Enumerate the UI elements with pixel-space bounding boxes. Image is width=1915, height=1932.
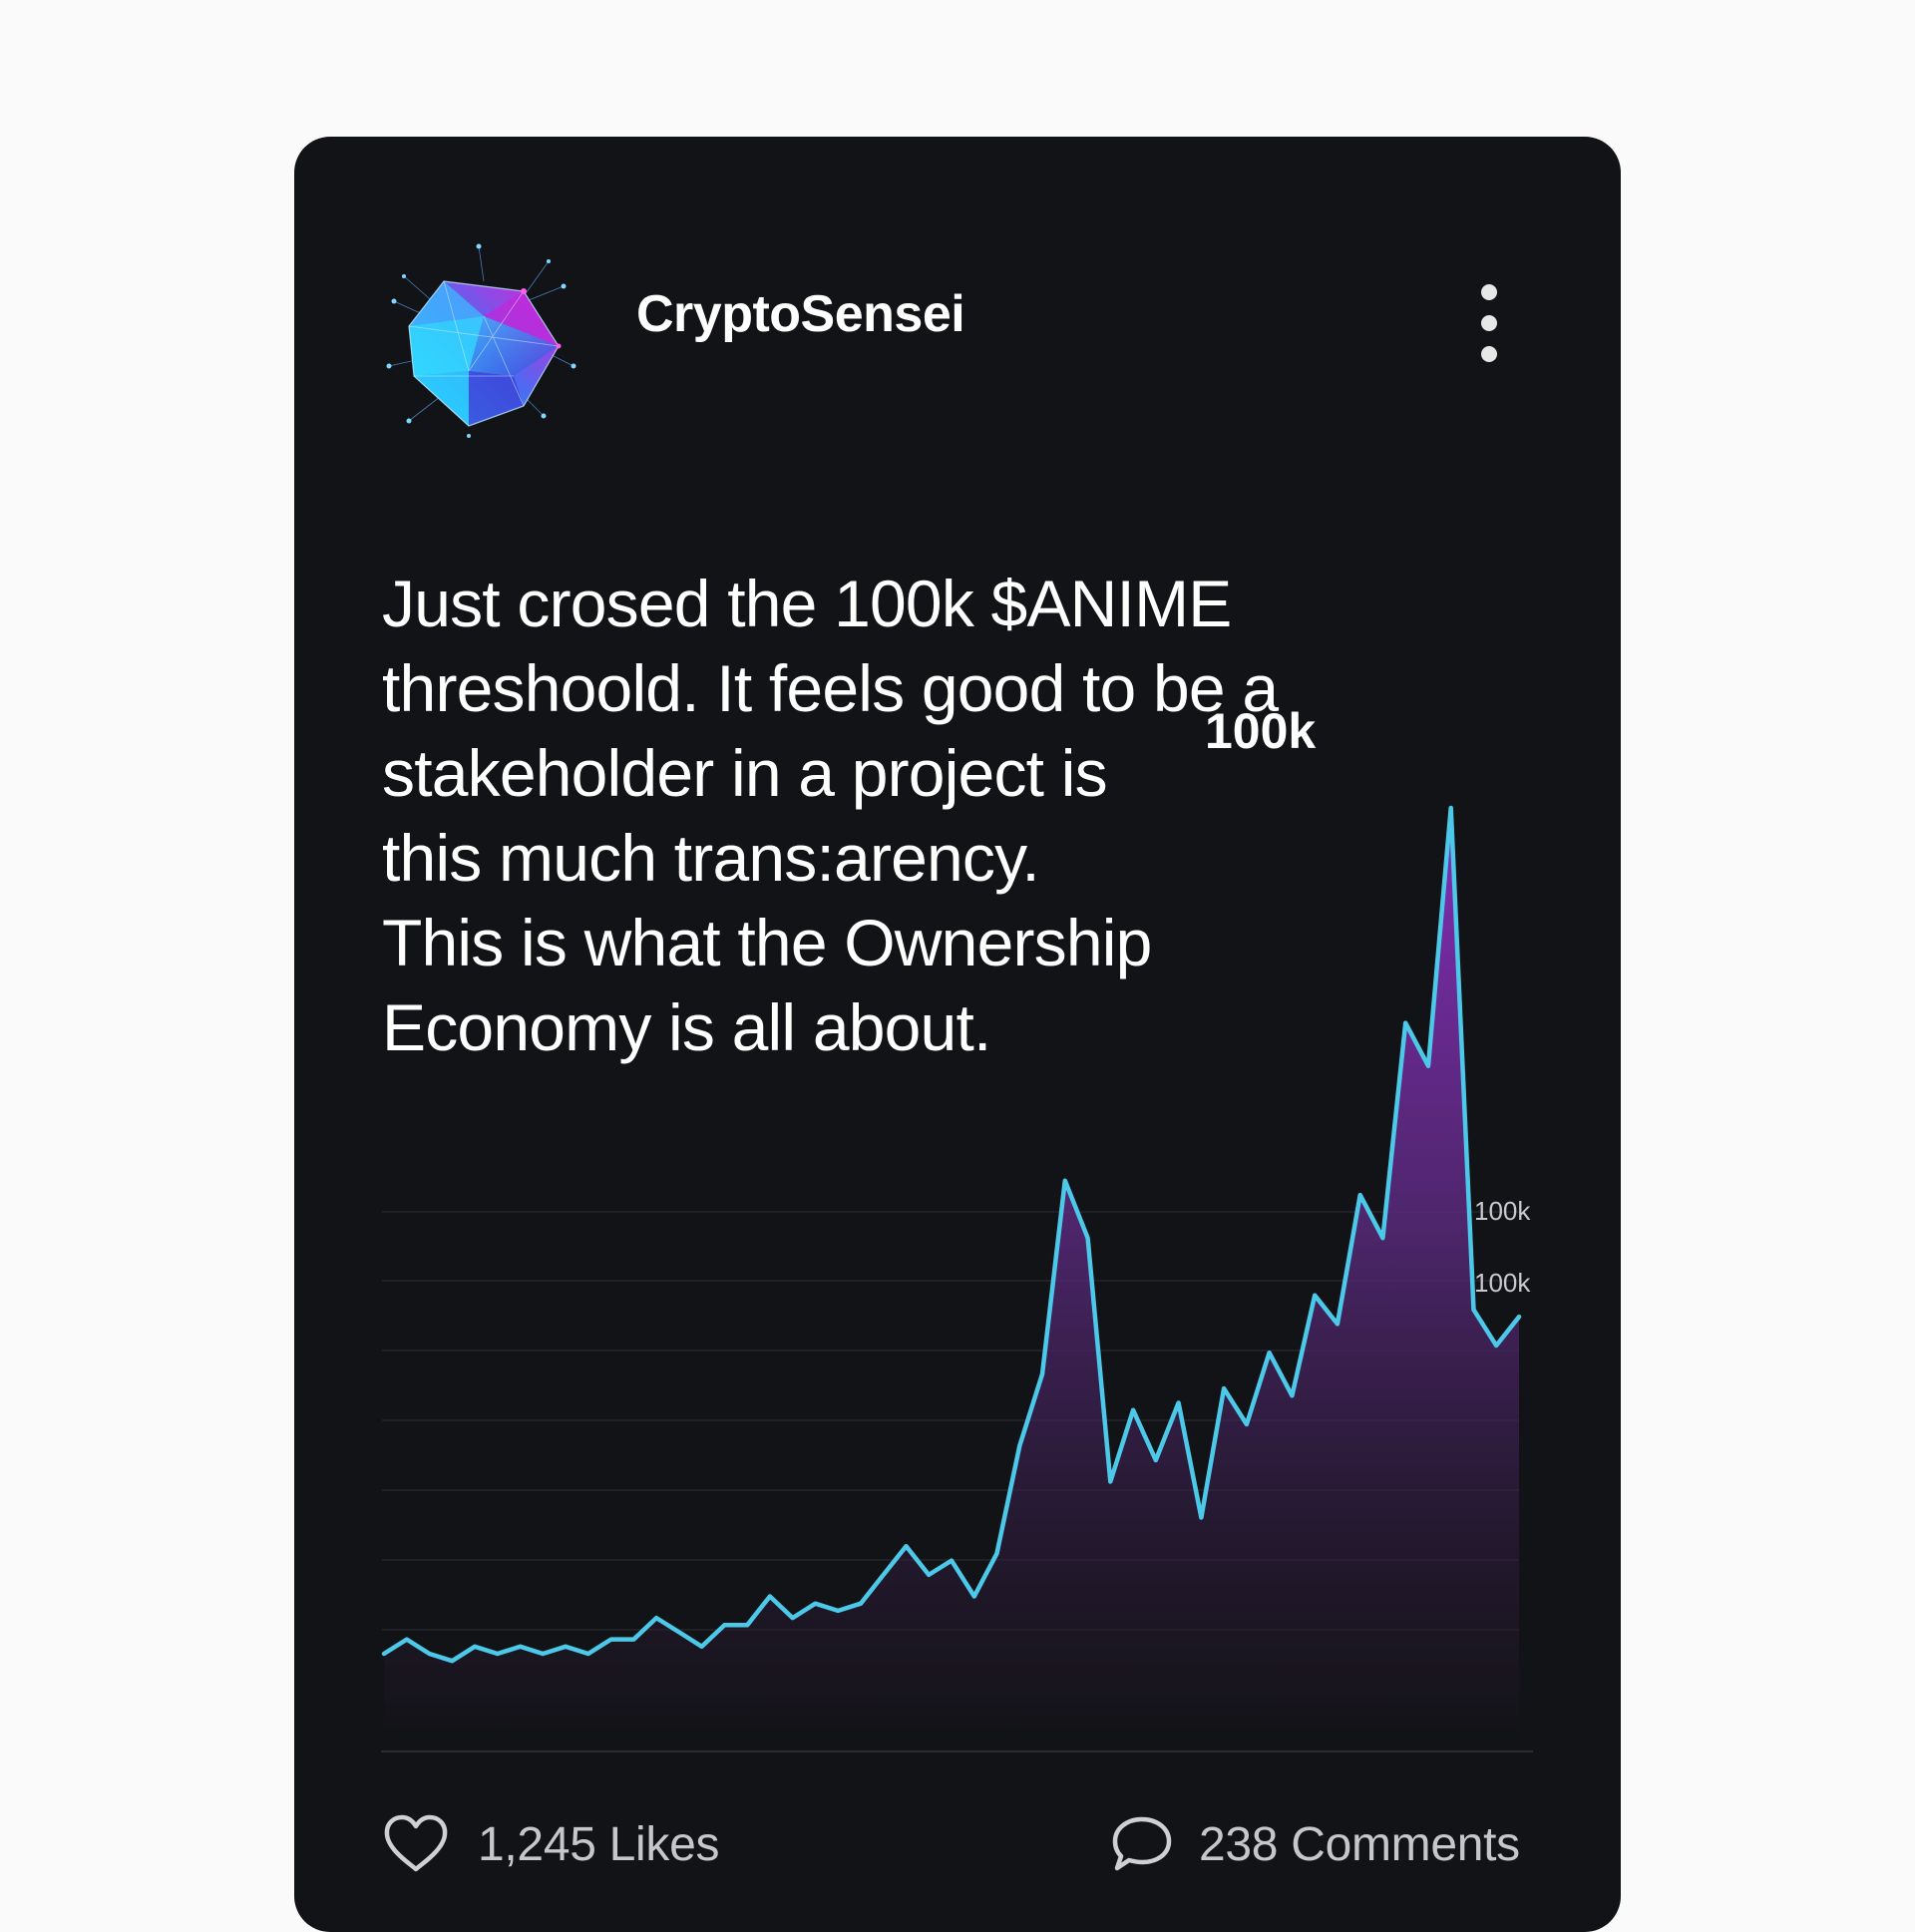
dot-icon <box>1481 284 1497 300</box>
side-label: 100k <box>1474 1268 1531 1298</box>
post-card: CryptoSensei 100k 100k 100k Just crosed … <box>294 137 1621 1932</box>
comments-count: 238 Comments <box>1199 1817 1520 1871</box>
username[interactable]: CryptoSensei <box>636 284 965 344</box>
post-text-line: this much trans:arency. <box>382 821 1040 895</box>
polygon-crystal-logo-icon <box>386 243 576 438</box>
grid-lines <box>382 1211 1519 1631</box>
divider <box>381 1750 1533 1752</box>
heart-icon <box>384 1814 448 1872</box>
post-text-line: Just crosed the 100k $ANIME <box>382 567 1232 640</box>
post-text: Just crosed the 100k $ANIME threshoold. … <box>382 562 1459 1070</box>
post-text-line: Economy is all about. <box>382 990 991 1064</box>
post-text-line: threshoold. It feels good to be a <box>382 651 1279 725</box>
side-label: 100k <box>1474 1196 1531 1226</box>
more-options-button[interactable] <box>1469 284 1509 362</box>
like-button[interactable]: 1,245 Likes <box>382 1804 720 1884</box>
likes-count: 1,245 Likes <box>478 1817 720 1871</box>
comment-button[interactable]: 238 Comments <box>1109 1804 1520 1884</box>
avatar[interactable] <box>374 236 583 446</box>
post-text-line: This is what the Ownership <box>382 906 1152 979</box>
speech-bubble-icon <box>1112 1816 1172 1871</box>
post-text-line: stakeholder in a project is <box>382 736 1108 810</box>
dot-icon <box>1481 346 1497 362</box>
dot-icon <box>1481 315 1497 331</box>
area-fade <box>374 1693 1541 1742</box>
